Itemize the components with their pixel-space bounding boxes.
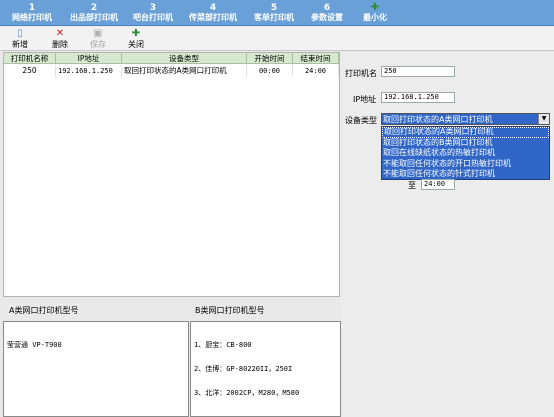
table-row[interactable]: 250 192.168.1.250 取回打印状态的A类网口打印机 00:00 2… <box>4 65 339 77</box>
new-button[interactable]: ▯ 新增 <box>8 28 32 50</box>
device-type-dropdown: 取回打印状态的A类网口打印机 取回打印状态的B类网口打印机 取回在线缺纸状态的热… <box>381 126 550 180</box>
end-time-label: 至 <box>408 181 416 190</box>
tab-label: 网络打印机 <box>12 13 52 22</box>
toolbar: ▯ 新增 ✕ 删除 ▣ 保存 ✚ 关闭 <box>0 27 554 51</box>
top-nav-bar: 1 网络打印机 2 出品部打印机 3 吧台打印机 4 传菜部打印机 5 客单打印… <box>0 0 554 26</box>
tab-number: 3 <box>149 3 157 13</box>
printer-form-panel <box>341 52 554 417</box>
printer-table: 打印机名称 IP地址 设备类型 开始时间 结束时间 250 192.168.1.… <box>3 52 340 297</box>
cell-name: 250 <box>4 65 56 77</box>
tab-serving-printer[interactable]: 4 传菜部打印机 <box>180 0 246 26</box>
a-class-models-title: A类网口打印机型号 <box>3 301 189 321</box>
cell-ip: 192.168.1.250 <box>56 65 122 77</box>
tab-receipt-printer[interactable]: 5 客单打印机 <box>246 0 302 26</box>
delete-button[interactable]: ✕ 删除 <box>48 28 72 50</box>
device-type-option[interactable]: 不能取回任何状态的针式打印机 <box>382 169 549 180</box>
close-label: 关闭 <box>128 40 144 49</box>
cell-end-time: 24:00 <box>293 65 339 77</box>
column-header-end-time[interactable]: 结束时间 <box>293 53 339 64</box>
tab-number: 4 <box>209 3 217 13</box>
tab-settings[interactable]: 6 参数设置 <box>302 0 352 26</box>
new-label: 新增 <box>12 40 28 49</box>
device-type-option[interactable]: 取回打印状态的B类网口打印机 <box>382 138 549 149</box>
tab-number: 2 <box>90 3 98 13</box>
b-class-models-text[interactable]: 1、厨宝：CB-800 2、佳博：GP-80220II，250I 3、北洋：20… <box>190 321 341 417</box>
b-class-model-line: 1、厨宝：CB-800 <box>194 341 252 349</box>
a-class-model-line: 莹营通 VP-T900 <box>7 341 62 349</box>
minimize-icon: ✚ <box>370 2 380 13</box>
save-label: 保存 <box>90 40 106 49</box>
close-button[interactable]: ✚ 关闭 <box>124 28 148 50</box>
device-type-option[interactable]: 取回打印状态的A类网口打印机 <box>382 127 549 138</box>
device-type-selected: 取回打印状态的A类网口打印机 <box>383 115 493 124</box>
end-time-input[interactable]: 24:00 <box>421 179 455 190</box>
minimize-button[interactable]: ✚ 最小化 <box>352 0 398 26</box>
ip-address-input[interactable]: 192.168.1.250 <box>381 92 455 103</box>
tab-number: 6 <box>323 3 331 13</box>
device-type-option[interactable]: 取回在线缺纸状态的热敏打印机 <box>382 148 549 159</box>
chevron-down-icon[interactable]: ▼ <box>538 114 549 124</box>
column-header-start-time[interactable]: 开始时间 <box>247 53 293 64</box>
ip-address-label: IP地址 <box>353 95 377 104</box>
tab-label: 参数设置 <box>311 13 343 22</box>
column-header-name[interactable]: 打印机名称 <box>4 53 56 64</box>
b-class-model-line: 3、北洋：2002CP，M280，M580 <box>194 389 300 397</box>
save-button[interactable]: ▣ 保存 <box>86 28 110 50</box>
tab-number: 5 <box>270 3 278 13</box>
column-header-device-type[interactable]: 设备类型 <box>122 53 247 64</box>
close-runner-icon: ✚ <box>131 28 141 39</box>
tab-label: 客单打印机 <box>254 13 294 22</box>
new-document-icon: ▯ <box>17 28 23 39</box>
save-icon: ▣ <box>93 28 103 39</box>
table-header: 打印机名称 IP地址 设备类型 开始时间 结束时间 <box>4 53 339 64</box>
device-type-option[interactable]: 不能取回任何状态的开口热敏打印机 <box>382 159 549 170</box>
tab-kitchen-printer[interactable]: 2 出品部打印机 <box>62 0 126 26</box>
b-class-models-title: B类网口打印机型号 <box>189 301 341 321</box>
a-class-models-text[interactable]: 莹营通 VP-T900 <box>3 321 189 417</box>
printer-name-label: 打印机名 <box>345 69 377 78</box>
device-type-label: 设备类型 <box>345 116 377 125</box>
tab-bar-printer[interactable]: 3 吧台打印机 <box>126 0 180 26</box>
delete-label: 删除 <box>52 40 68 49</box>
tab-label: 出品部打印机 <box>70 13 118 22</box>
column-header-ip[interactable]: IP地址 <box>56 53 122 64</box>
tab-label: 最小化 <box>363 13 387 22</box>
tab-label: 传菜部打印机 <box>189 13 237 22</box>
printer-name-input[interactable]: 250 <box>381 66 455 77</box>
delete-icon: ✕ <box>55 28 65 39</box>
b-class-model-line: 2、佳博：GP-80220II，250I <box>194 365 293 373</box>
cell-start-time: 00:00 <box>247 65 293 77</box>
cell-device-type: 取回打印状态的A类网口打印机 <box>122 65 247 77</box>
tab-network-printer[interactable]: 1 网络打印机 <box>2 0 62 26</box>
device-type-select[interactable]: 取回打印状态的A类网口打印机 ▼ <box>381 113 550 125</box>
tab-label: 吧台打印机 <box>133 13 173 22</box>
tab-number: 1 <box>28 3 36 13</box>
